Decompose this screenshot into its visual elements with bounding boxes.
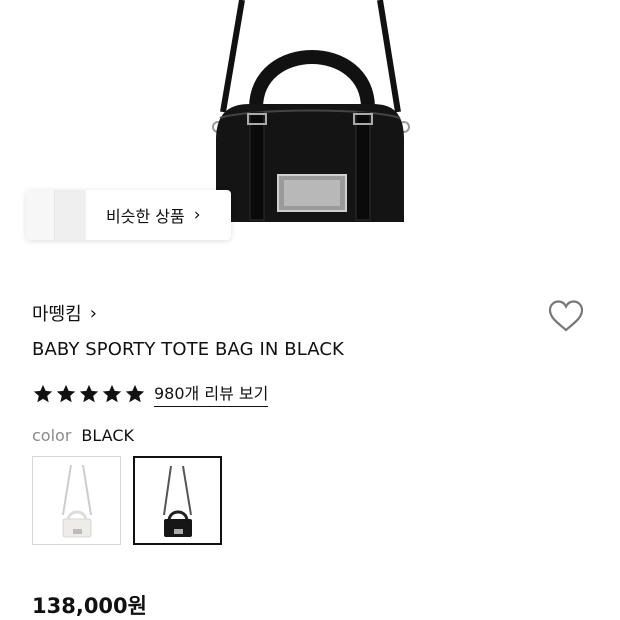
- brand-link[interactable]: 마뗑킴 ›: [32, 300, 97, 326]
- star-icon: [125, 384, 145, 402]
- similar-thumbnail: [26, 190, 55, 240]
- similar-products-button[interactable]: 비슷한 상품 ›: [26, 190, 231, 240]
- selected-color: BLACK: [81, 426, 134, 445]
- similar-thumbnail: [56, 190, 86, 240]
- color-option-black[interactable]: [133, 456, 222, 545]
- similar-product-thumbnails: [26, 190, 86, 240]
- star-icon: [102, 384, 122, 402]
- review-link[interactable]: 980개 리뷰 보기: [154, 380, 269, 407]
- black-bag-thumbnail: [163, 465, 192, 537]
- star-rating: [32, 383, 146, 405]
- heart-outline-icon: [548, 300, 584, 332]
- similar-products-label: 비슷한 상품: [106, 207, 185, 226]
- rating-row: 980개 리뷰 보기: [32, 380, 269, 407]
- star-icon: [79, 384, 99, 402]
- white-bag-thumbnail: [62, 464, 92, 538]
- wishlist-button[interactable]: [546, 297, 586, 337]
- chevron-right-icon: ›: [89, 302, 97, 324]
- star-icon: [56, 384, 76, 402]
- color-label: color: [32, 426, 72, 445]
- brand-name: 마뗑킴: [32, 304, 82, 325]
- color-option-white[interactable]: [32, 456, 121, 545]
- product-title: BABY SPORTY TOTE BAG IN BLACK: [32, 339, 344, 360]
- star-icon: [33, 384, 53, 402]
- color-selector-label: color BLACK: [32, 426, 134, 445]
- product-price: 138,000원: [32, 594, 147, 618]
- chevron-right-icon: ›: [193, 205, 201, 225]
